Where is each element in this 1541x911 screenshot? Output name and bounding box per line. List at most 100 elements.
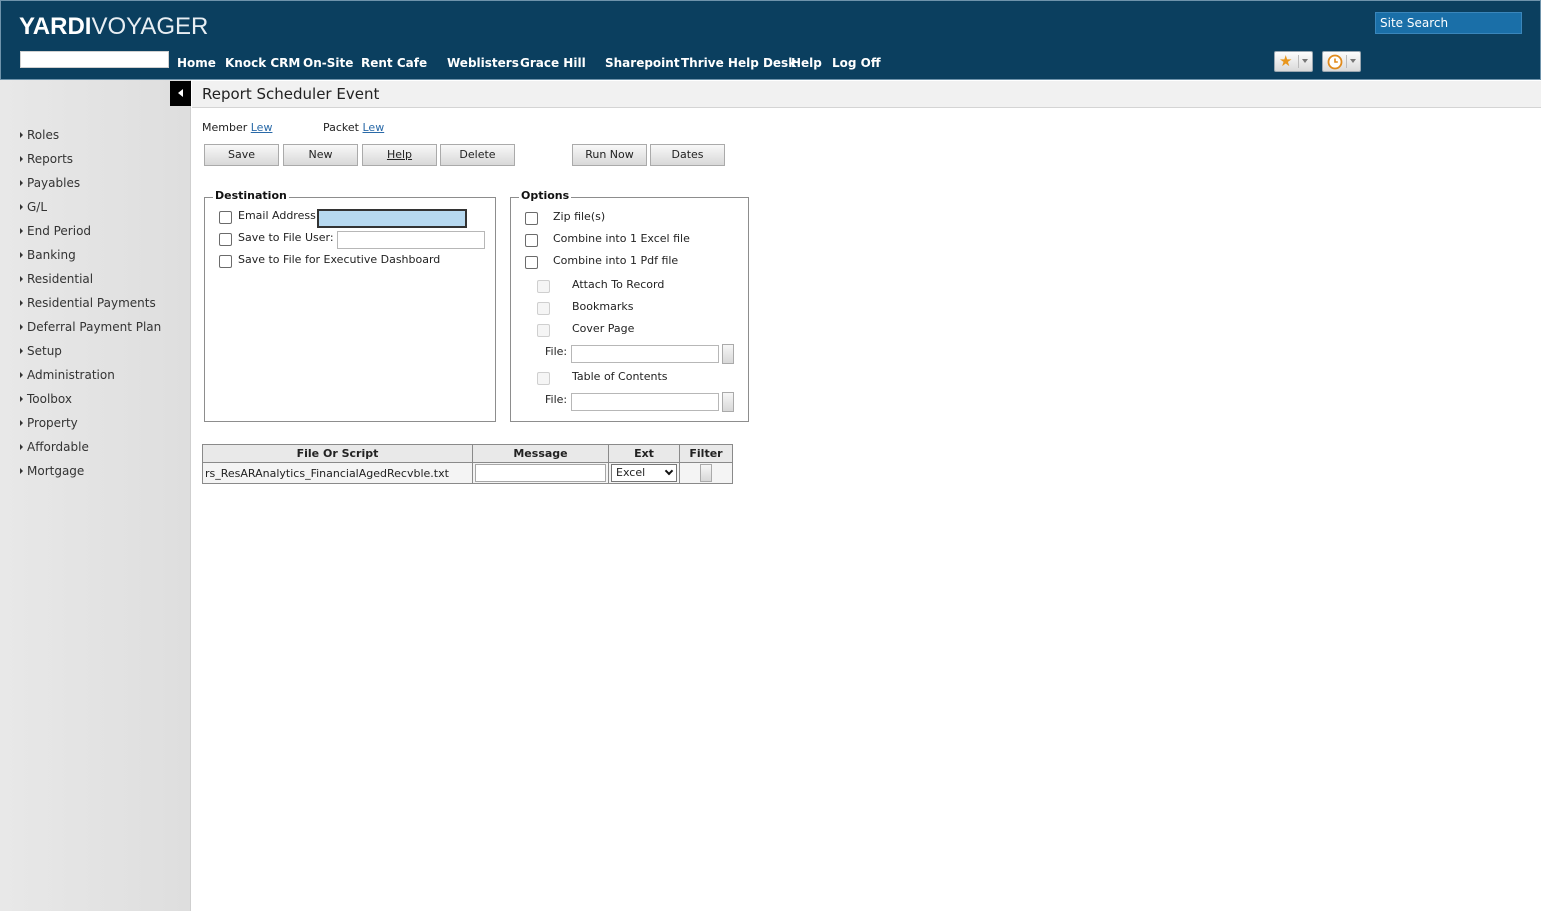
combine-pdf-label: Combine into 1 Pdf file [553, 254, 679, 267]
sidebar-item-mortgage[interactable]: Mortgage [20, 464, 161, 488]
delete-button[interactable]: Delete [440, 144, 515, 166]
member-field: Member Lew [202, 121, 272, 134]
nav-home[interactable]: Home [177, 56, 216, 70]
caret-right-icon [20, 300, 23, 306]
save-button[interactable]: Save [204, 144, 279, 166]
zip-files-label: Zip file(s) [553, 210, 606, 223]
packet-link[interactable]: Lew [363, 121, 385, 134]
nav-thrive-help-desk[interactable]: Thrive Help Desk [681, 56, 796, 70]
sidebar-menu: Roles Reports Payables G/L End Period Ba… [20, 128, 161, 488]
caret-right-icon [20, 204, 23, 210]
caret-right-icon [20, 276, 23, 282]
nav-help[interactable]: Help [791, 56, 822, 70]
sidebar-item-residential-payments[interactable]: Residential Payments [20, 296, 161, 320]
cover-file-input[interactable] [571, 345, 719, 363]
cover-file-label: File: [545, 345, 568, 358]
filter-button[interactable] [700, 464, 712, 482]
sidebar-item-administration[interactable]: Administration [20, 368, 161, 392]
col-ext: Ext [608, 444, 680, 463]
property-lookup-input[interactable] [20, 51, 169, 68]
member-link[interactable]: Lew [251, 121, 273, 134]
email-address-checkbox[interactable] [219, 211, 232, 224]
chevron-left-icon [178, 89, 183, 97]
zip-files-checkbox[interactable] [525, 212, 538, 225]
packet-field: Packet Lew [323, 121, 384, 134]
site-search-input[interactable]: Site Search [1375, 12, 1522, 34]
sidebar-item-roles[interactable]: Roles [20, 128, 161, 152]
toc-file-input[interactable] [571, 393, 719, 411]
bookmarks-checkbox[interactable] [537, 302, 550, 315]
nav-grace-hill[interactable]: Grace Hill [520, 56, 586, 70]
cover-file-browse-button[interactable] [722, 344, 734, 364]
sidebar-item-end-period[interactable]: End Period [20, 224, 161, 248]
table-of-contents-checkbox[interactable] [537, 372, 550, 385]
sidebar-item-affordable[interactable]: Affordable [20, 440, 161, 464]
file-or-script-cell: rs_ResARAnalytics_FinancialAgedRecvble.t… [202, 462, 473, 484]
nav-rent-cafe[interactable]: Rent Cafe [361, 56, 427, 70]
save-to-file-user-input[interactable] [337, 231, 485, 249]
message-cell [472, 462, 609, 484]
history-button[interactable] [1322, 51, 1361, 72]
nav-weblisters[interactable]: Weblisters [447, 56, 519, 70]
run-now-button[interactable]: Run Now [572, 144, 647, 166]
nav-on-site[interactable]: On-Site [303, 56, 353, 70]
sidebar-item-property[interactable]: Property [20, 416, 161, 440]
attach-to-record-checkbox[interactable] [537, 280, 550, 293]
dates-button[interactable]: Dates [650, 144, 725, 166]
table-row: rs_ResARAnalytics_FinancialAgedRecvble.t… [202, 462, 733, 484]
nav-knock-crm[interactable]: Knock CRM [225, 56, 300, 70]
clock-icon [1327, 53, 1343, 74]
logo-light-text: VOYAGER [91, 13, 209, 40]
toc-file-label: File: [545, 393, 568, 406]
caret-right-icon [20, 156, 23, 162]
packet-label: Packet [323, 121, 359, 134]
caret-right-icon [20, 396, 23, 402]
sidebar: Roles Reports Payables G/L End Period Ba… [0, 80, 191, 911]
favorites-button[interactable]: ★ [1274, 51, 1313, 72]
combine-excel-checkbox[interactable] [525, 234, 538, 247]
combine-excel-label: Combine into 1 Excel file [553, 232, 690, 245]
caret-right-icon [20, 444, 23, 450]
nav-sharepoint[interactable]: Sharepoint [605, 56, 680, 70]
new-button[interactable]: New [283, 144, 358, 166]
destination-legend: Destination [213, 189, 289, 202]
yardi-voyager-logo[interactable]: YARDIVOYAGER [19, 13, 208, 41]
save-to-file-user-checkbox[interactable] [219, 233, 232, 246]
col-file-or-script: File Or Script [202, 444, 473, 463]
caret-right-icon [20, 348, 23, 354]
sidebar-item-payables[interactable]: Payables [20, 176, 161, 200]
sidebar-item-deferral-payment-plan[interactable]: Deferral Payment Plan [20, 320, 161, 344]
nav-log-off[interactable]: Log Off [832, 56, 881, 70]
sidebar-item-gl[interactable]: G/L [20, 200, 161, 224]
help-button[interactable]: Help [362, 144, 437, 166]
caret-right-icon [20, 420, 23, 426]
sidebar-item-reports[interactable]: Reports [20, 152, 161, 176]
col-filter: Filter [679, 444, 733, 463]
sidebar-item-banking[interactable]: Banking [20, 248, 161, 272]
email-address-input[interactable] [317, 209, 467, 228]
caret-right-icon [20, 468, 23, 474]
collapse-sidebar-button[interactable] [170, 81, 191, 106]
ext-select[interactable]: Excel [611, 464, 677, 482]
cover-page-checkbox[interactable] [537, 324, 550, 337]
chevron-down-icon [1350, 59, 1356, 63]
cover-page-label: Cover Page [572, 322, 635, 335]
chevron-down-icon [664, 466, 674, 476]
logo-bold-text: YARDI [19, 13, 92, 40]
combine-pdf-checkbox[interactable] [525, 256, 538, 269]
save-exec-dashboard-checkbox[interactable] [219, 255, 232, 268]
sidebar-item-toolbox[interactable]: Toolbox [20, 392, 161, 416]
page-title-bar: Report Scheduler Event [192, 81, 1541, 108]
caret-right-icon [20, 132, 23, 138]
toc-file-browse-button[interactable] [722, 392, 734, 412]
report-file-grid: File Or Script Message Ext Filter rs_Res… [202, 444, 733, 484]
sidebar-item-setup[interactable]: Setup [20, 344, 161, 368]
save-exec-dashboard-label: Save to File for Executive Dashboard [238, 253, 441, 266]
message-input[interactable] [475, 464, 606, 482]
table-of-contents-label: Table of Contents [572, 370, 668, 383]
sidebar-item-residential[interactable]: Residential [20, 272, 161, 296]
caret-right-icon [20, 324, 23, 330]
star-icon: ★ [1279, 52, 1293, 70]
filter-cell [679, 462, 733, 484]
chevron-down-icon [1302, 59, 1308, 63]
